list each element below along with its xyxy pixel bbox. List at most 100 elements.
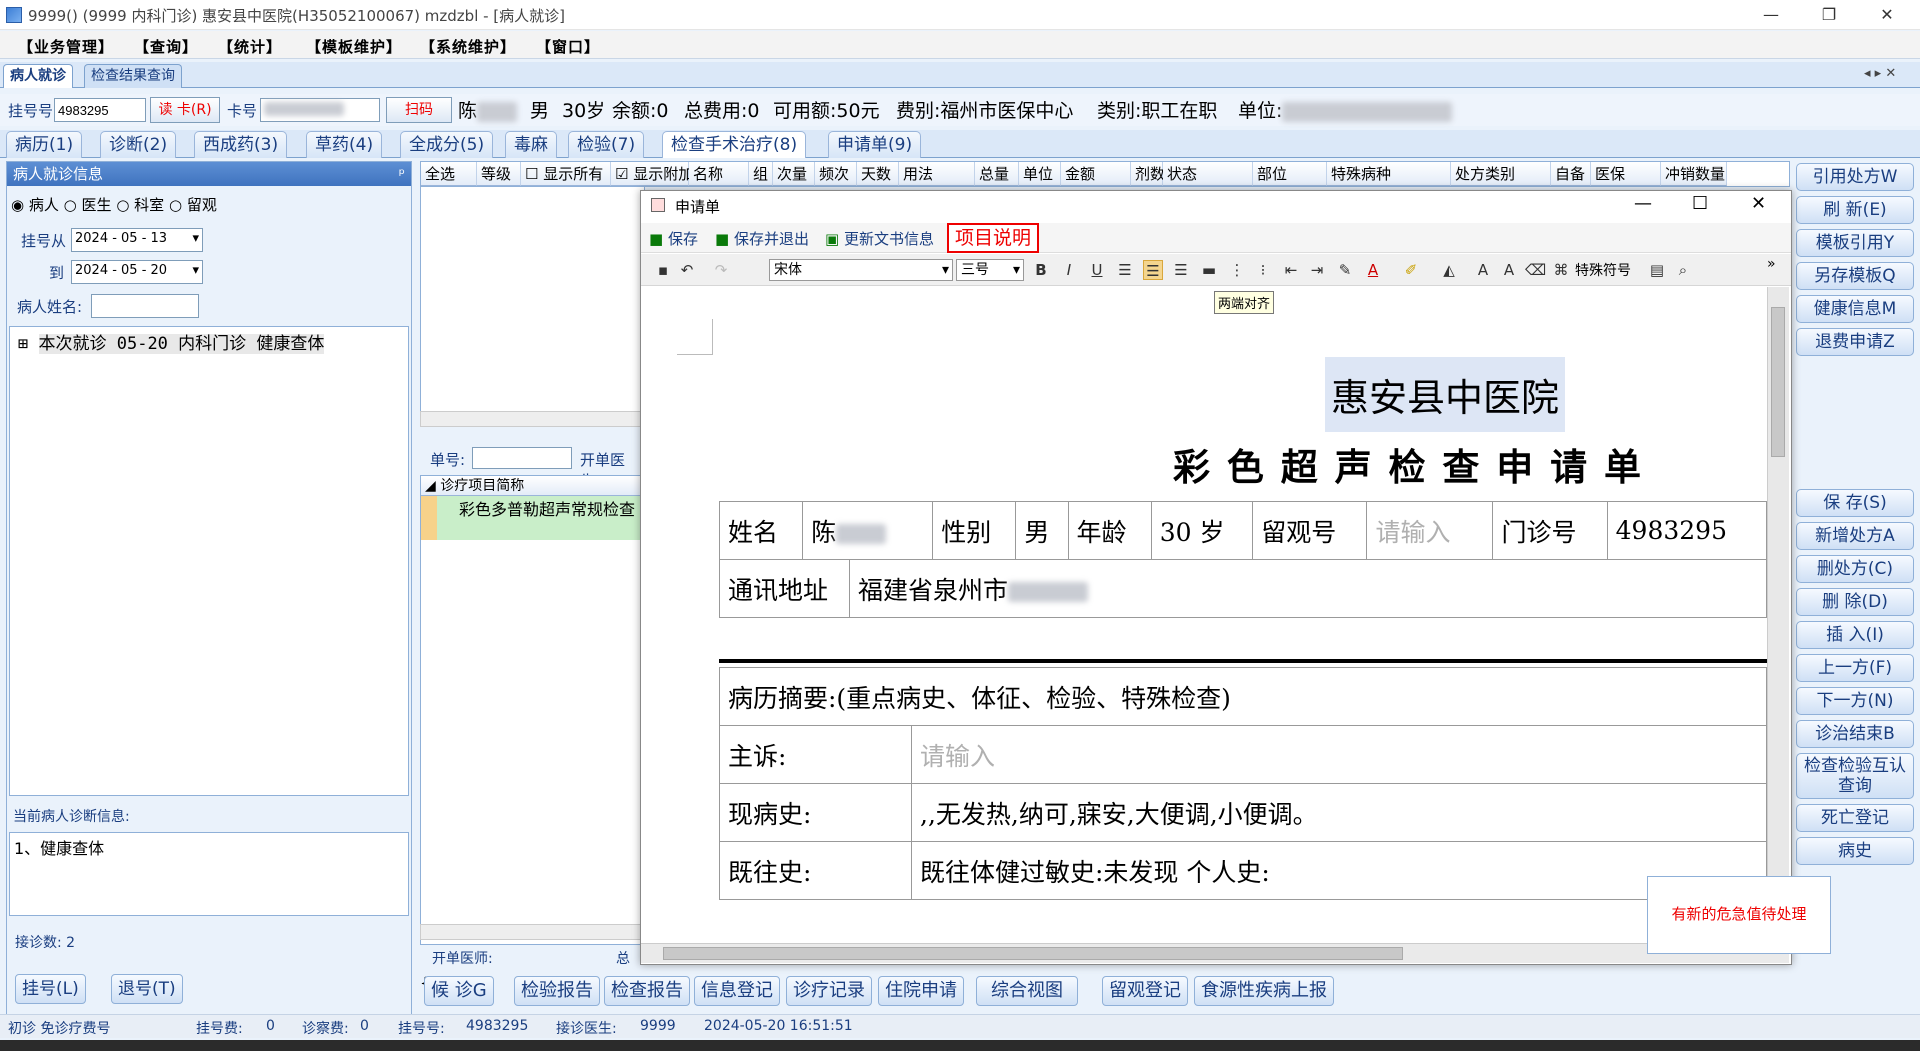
tab-scroll-controls[interactable]: ◂ ▸ ✕ — [1864, 66, 1896, 81]
insert-button[interactable]: 插 入(I) — [1796, 621, 1914, 649]
menu-statistics[interactable]: 【统计】 — [218, 36, 282, 57]
close-button[interactable]: ✕ — [1864, 0, 1910, 30]
overview-button[interactable]: 综合视图 — [976, 976, 1078, 1006]
critical-value-alert[interactable]: 有新的危急值待处理 — [1647, 876, 1831, 954]
indent-icon[interactable]: ⇥ — [1307, 260, 1327, 280]
radio-doctor[interactable]: ○ 医生 — [64, 196, 112, 214]
restore-button[interactable]: ❐ — [1806, 0, 1852, 30]
card-no-input[interactable] — [260, 98, 380, 122]
special-chars-button[interactable]: 特殊符号 — [1575, 260, 1631, 280]
font-select[interactable]: 宋体 ▾ — [769, 259, 953, 281]
search-icon[interactable]: ⌕ — [1673, 260, 1693, 280]
bold-icon[interactable]: B — [1031, 260, 1051, 280]
document-vertical-scrollbar[interactable] — [1767, 287, 1789, 935]
date-from-picker[interactable]: 2024 - 05 - 13 ▾ — [71, 228, 203, 252]
tab-lab[interactable]: 检验(7) — [568, 131, 645, 158]
read-card-button[interactable]: 读 卡(R) — [150, 97, 220, 123]
death-registration-button[interactable]: 死亡登记 — [1796, 804, 1914, 832]
dialog-minimize-button[interactable]: — — [1634, 193, 1652, 214]
foodborne-report-button[interactable]: 食源性疾病上报 — [1194, 976, 1334, 1006]
menu-query[interactable]: 【查询】 — [134, 36, 198, 57]
italic-icon[interactable]: I — [1059, 260, 1079, 280]
tab-medical-record[interactable]: 病历(1) — [6, 131, 83, 158]
minimize-button[interactable]: — — [1748, 0, 1794, 30]
patient-name-input[interactable] — [91, 294, 199, 318]
radio-observation[interactable]: ○ 留观 — [169, 196, 217, 214]
past-history-value[interactable]: 既往体健过敏史:未发现 个人史: — [911, 841, 1767, 900]
refresh-button[interactable]: 刷 新(E) — [1796, 196, 1914, 224]
tree-item[interactable]: ⊞ 本次就诊 05-20 内科门诊 健康查体 — [10, 327, 408, 356]
outdent-icon[interactable]: ⇤ — [1281, 260, 1301, 280]
tab-full-ingredient[interactable]: 全成分(5) — [400, 131, 494, 158]
numbered-list-icon[interactable]: ⋮ — [1227, 260, 1247, 280]
next-prescription-button[interactable]: 下一方(N) — [1796, 687, 1914, 715]
cite-prescription-button[interactable]: 引用处方W — [1796, 163, 1914, 191]
format-painter-icon[interactable]: ✎ — [1335, 260, 1355, 280]
tab-patient-visit[interactable]: 病人就诊 — [3, 64, 73, 88]
save-exit-button[interactable]: ■ 保存并退出 — [715, 228, 809, 249]
register-button[interactable]: 挂号(L) — [15, 974, 86, 1004]
fill-color-icon[interactable]: ◭ — [1439, 260, 1459, 280]
redo-icon[interactable]: ↷ — [711, 260, 731, 280]
mutual-recognition-button[interactable]: 检查检验互认查询 — [1796, 753, 1914, 799]
apply-grid-scrollbar[interactable] — [420, 924, 645, 940]
apply-row[interactable]: 彩色多普勒超声常规检查 — [421, 496, 644, 540]
order-grid-scrollbar[interactable] — [420, 411, 645, 427]
dialog-save-button[interactable]: ■ 保存 — [649, 228, 698, 249]
tab-diagnosis[interactable]: 诊断(2) — [100, 131, 177, 158]
previous-prescription-button[interactable]: 上一方(F) — [1796, 654, 1914, 682]
menu-template[interactable]: 【模板维护】 — [306, 36, 402, 57]
insert-icon[interactable]: ▤ — [1647, 260, 1667, 280]
scroll-thumb[interactable] — [1771, 307, 1785, 457]
toolbar-overflow-icon[interactable]: » — [1767, 256, 1776, 272]
save-button[interactable]: 保 存(S) — [1796, 489, 1914, 517]
delete-prescription-button[interactable]: 删处方(C) — [1796, 555, 1914, 583]
lab-report-button[interactable]: 检验报告 — [514, 976, 600, 1006]
tab-application[interactable]: 申请单(9) — [828, 131, 922, 158]
dialog-maximize-button[interactable]: ☐ — [1692, 193, 1708, 214]
shrink-font-icon[interactable]: A — [1499, 260, 1519, 280]
complaint-field[interactable]: 请输入 — [911, 725, 1767, 784]
save-icon[interactable]: ▪ — [653, 260, 673, 280]
medical-history-button[interactable]: 病史 — [1796, 837, 1914, 865]
save-template-button[interactable]: 另存模板Q — [1796, 262, 1914, 290]
scan-button[interactable]: 扫码 — [386, 97, 452, 123]
highlight-icon[interactable]: ✐ — [1401, 260, 1421, 280]
reg-no-input[interactable] — [54, 98, 146, 122]
menu-window[interactable]: 【窗口】 — [536, 36, 600, 57]
document-horizontal-scrollbar[interactable] — [641, 943, 1789, 963]
item-description-button[interactable]: 项目说明 — [947, 223, 1040, 253]
update-doc-button[interactable]: ▣ 更新文书信息 — [825, 228, 934, 249]
font-size-select[interactable]: 三号 ▾ — [956, 259, 1024, 281]
align-center-icon[interactable]: ☰ — [1143, 260, 1163, 280]
menu-business[interactable]: 【业务管理】 — [18, 36, 114, 57]
tab-exam-surgery[interactable]: 检查手术治疗(8) — [662, 131, 807, 158]
radio-patient[interactable]: ◉ 病人 — [11, 196, 59, 214]
single-no-input[interactable] — [472, 447, 572, 469]
present-illness-value[interactable]: ,,无发热,纳可,寐安,大便调,小便调。 — [911, 783, 1767, 842]
refund-request-button[interactable]: 退费申请Z — [1796, 328, 1914, 356]
grow-font-icon[interactable]: A — [1473, 260, 1493, 280]
info-registration-button[interactable]: 信息登记 — [694, 976, 780, 1006]
col-show-all[interactable]: ☐ 显示所有 — [521, 162, 611, 186]
dialog-close-button[interactable]: ✕ — [1751, 193, 1766, 214]
waiting-button[interactable]: 候 诊G — [424, 976, 494, 1006]
tab-narcotics[interactable]: 毒麻 — [505, 131, 557, 158]
justify-icon[interactable]: ▬ — [1199, 260, 1219, 280]
observation-registration-button[interactable]: 留观登记 — [1102, 976, 1188, 1006]
tab-exam-results[interactable]: 检查结果查询 — [84, 64, 182, 88]
command-icon[interactable]: ⌘ — [1551, 260, 1571, 280]
new-prescription-button[interactable]: 新增处方A — [1796, 522, 1914, 550]
health-info-button[interactable]: 健康信息M — [1796, 295, 1914, 323]
pin-icon[interactable]: ᵖ — [399, 162, 405, 186]
radio-department[interactable]: ○ 科室 — [116, 196, 164, 214]
bullet-list-icon[interactable]: ⁝ — [1253, 260, 1273, 280]
clear-format-icon[interactable]: ⌫ — [1525, 260, 1546, 280]
tab-herbal[interactable]: 草药(4) — [306, 131, 383, 158]
admission-request-button[interactable]: 住院申请 — [878, 976, 964, 1006]
col-show-extra[interactable]: ☑ 显示附加 — [611, 162, 693, 186]
delete-button[interactable]: 删 除(D) — [1796, 588, 1914, 616]
undo-icon[interactable]: ↶ — [677, 260, 697, 280]
observation-no-field[interactable]: 请输入 — [1366, 501, 1494, 560]
end-visit-button[interactable]: 诊治结束B — [1796, 720, 1914, 748]
